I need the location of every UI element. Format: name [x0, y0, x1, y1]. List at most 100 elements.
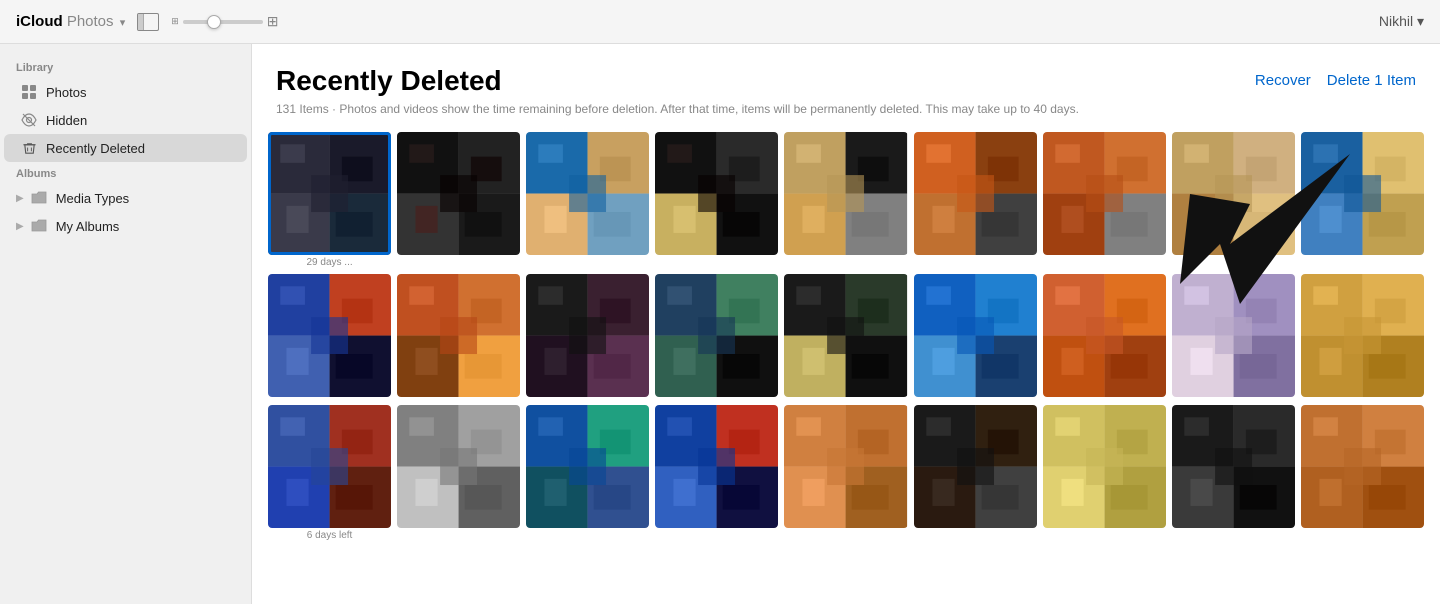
topbar: iCloud Photos ▾ ⊞ ⊞ Nikhil ▾	[0, 0, 1440, 44]
photo-cell[interactable]	[655, 274, 778, 397]
photo-thumbnail	[1301, 405, 1424, 528]
sidebar-toggle-button[interactable]	[137, 13, 159, 31]
photo-thumbnail	[1172, 274, 1295, 397]
photo-cell[interactable]	[397, 274, 520, 397]
sidebar-item-photos[interactable]: Photos	[4, 78, 247, 106]
photo-item-p19: 6 days left	[268, 405, 391, 541]
sidebar-item-my-albums[interactable]: ▶ My Albums	[4, 212, 247, 240]
content-header: Recently Deleted 131 Items · Photos and …	[252, 44, 1440, 124]
photo-cell[interactable]	[1043, 405, 1166, 528]
photo-item-p22	[655, 405, 778, 541]
topbar-left: iCloud Photos ▾ ⊞ ⊞	[16, 13, 279, 31]
photo-thumbnail	[914, 274, 1037, 397]
photo-thumbnail	[268, 405, 391, 528]
sidebar-toggle-icon	[137, 13, 159, 31]
photo-thumbnail	[268, 132, 391, 255]
photo-cell[interactable]	[1172, 405, 1295, 528]
photo-thumbnail	[1043, 274, 1166, 397]
zoom-slider-thumb[interactable]	[207, 15, 221, 29]
photo-cell[interactable]	[526, 132, 649, 255]
photo-item-p4	[655, 132, 778, 268]
my-albums-label: My Albums	[56, 219, 120, 234]
delete-button[interactable]: Delete 1 Item	[1327, 72, 1416, 89]
media-types-chevron-icon: ▶	[16, 193, 24, 204]
item-count: 131 Items	[276, 102, 329, 116]
photo-item-p9	[1301, 132, 1424, 268]
app-subtitle: Photos	[67, 13, 114, 30]
user-chevron-icon: ▾	[1417, 13, 1424, 29]
zoom-slider[interactable]	[183, 20, 263, 24]
photo-item-p2	[397, 132, 520, 268]
app-chevron-icon: ▾	[120, 17, 126, 29]
photo-cell[interactable]	[784, 405, 907, 528]
zoom-out-icon: ⊞	[171, 16, 179, 27]
recover-button[interactable]: Recover	[1255, 72, 1311, 89]
main-wrapper: Recently Deleted 131 Items · Photos and …	[252, 44, 1440, 604]
photo-item-p18	[1301, 274, 1424, 399]
photo-item-p23	[784, 405, 907, 541]
photo-cell[interactable]	[1043, 132, 1166, 255]
zoom-slider-container: ⊞ ⊞	[171, 13, 278, 30]
recently-deleted-label: Recently Deleted	[46, 141, 145, 156]
hidden-icon	[20, 111, 38, 129]
user-menu[interactable]: Nikhil ▾	[1379, 13, 1424, 30]
photo-cell[interactable]	[1301, 405, 1424, 528]
my-albums-folder-icon	[30, 217, 48, 235]
photo-cell[interactable]	[526, 274, 649, 397]
photo-thumbnail	[526, 274, 649, 397]
photo-item-p5	[784, 132, 907, 268]
sidebar: Library Photos Hidden	[0, 44, 252, 604]
photo-cell[interactable]	[268, 132, 391, 255]
my-albums-chevron-icon: ▶	[16, 221, 24, 232]
photo-cell[interactable]	[1172, 132, 1295, 255]
photo-thumbnail	[397, 132, 520, 255]
photo-cell[interactable]	[655, 405, 778, 528]
albums-section-label: Albums	[0, 162, 251, 184]
photo-item-p3	[526, 132, 649, 268]
photo-item-p12	[526, 274, 649, 399]
photo-cell[interactable]	[268, 405, 391, 528]
photo-thumbnail	[655, 132, 778, 255]
app-name: iCloud	[16, 13, 63, 30]
library-section-label: Library	[0, 56, 251, 78]
photo-cell[interactable]	[914, 274, 1037, 397]
photo-item-p1: 29 days ...	[268, 132, 391, 268]
photo-cell[interactable]	[1301, 274, 1424, 397]
content-actions: Recover Delete 1 Item	[1255, 64, 1416, 89]
photo-cell[interactable]	[655, 132, 778, 255]
photo-cell[interactable]	[1043, 274, 1166, 397]
photo-cell[interactable]	[268, 274, 391, 397]
photo-cell[interactable]	[397, 405, 520, 528]
photo-cell[interactable]	[526, 405, 649, 528]
photo-item-p15	[914, 274, 1037, 399]
photo-thumbnail	[1301, 274, 1424, 397]
photos-icon	[20, 83, 38, 101]
sidebar-item-media-types[interactable]: ▶ Media Types	[4, 184, 247, 212]
photo-cell[interactable]	[914, 405, 1037, 528]
photo-cell[interactable]	[784, 274, 907, 397]
photo-thumbnail	[1043, 405, 1166, 528]
photo-thumbnail	[397, 274, 520, 397]
photo-cell[interactable]	[397, 132, 520, 255]
photo-thumbnail	[784, 405, 907, 528]
username-label: Nikhil	[1379, 13, 1413, 29]
photo-item-p7	[1043, 132, 1166, 268]
sidebar-item-hidden[interactable]: Hidden	[4, 106, 247, 134]
photo-item-p21	[526, 405, 649, 541]
photo-thumbnail	[784, 274, 907, 397]
photo-grid-container[interactable]: 29 days ... 6 days left	[252, 124, 1440, 604]
app-title[interactable]: iCloud Photos ▾	[16, 13, 125, 30]
photo-item-p25	[1043, 405, 1166, 541]
photo-thumbnail	[1043, 132, 1166, 255]
photo-cell[interactable]	[1301, 132, 1424, 255]
sidebar-item-recently-deleted[interactable]: Recently Deleted	[4, 134, 247, 162]
photo-item-p10	[268, 274, 391, 399]
media-types-folder-icon	[30, 189, 48, 207]
photo-thumbnail	[655, 274, 778, 397]
photo-item-p17	[1172, 274, 1295, 399]
photo-thumbnail	[914, 405, 1037, 528]
photo-cell[interactable]	[914, 132, 1037, 255]
photo-item-p13	[655, 274, 778, 399]
photo-cell[interactable]	[1172, 274, 1295, 397]
photo-cell[interactable]	[784, 132, 907, 255]
